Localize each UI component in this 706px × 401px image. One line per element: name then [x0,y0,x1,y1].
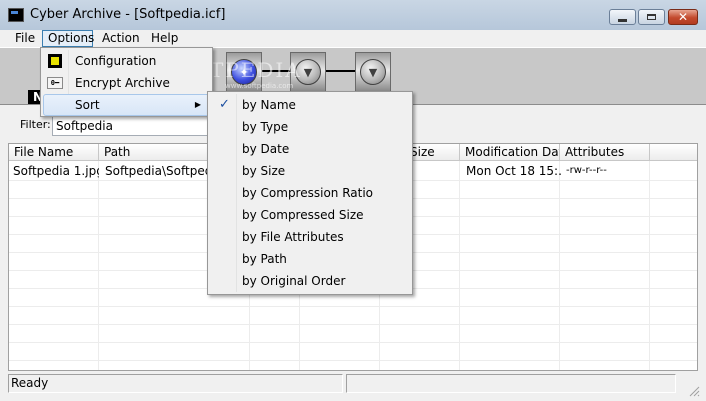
checkmark-icon: ✓ [219,97,230,112]
maximize-button[interactable] [638,9,665,25]
menu-item-label: Encrypt Archive [75,76,170,90]
sort-by-date[interactable]: by Date [210,138,410,160]
grid-line [98,161,99,370]
menu-item-label: Sort [75,98,100,112]
sort-by-file-attributes[interactable]: by File Attributes [210,226,410,248]
status-text: Ready [8,374,343,393]
cell-size [405,162,461,180]
cell-attributes: -rw-r--r-- [566,165,607,176]
sort-by-type[interactable]: by Type [210,116,410,138]
options-menu: Configuration 0━ Encrypt Archive Sort ▶ [40,47,213,117]
sort-by-compressed-size[interactable]: by Compressed Size [210,204,410,226]
filter-label: Filter: [20,118,51,131]
grid-line [559,161,560,370]
sort-by-compression-ratio[interactable]: by Compression Ratio [210,182,410,204]
sort-by-name[interactable]: ✓ by Name [210,94,410,116]
title-bar[interactable]: Cyber Archive - [Softpedia.icf] ✕ [0,0,706,31]
menu-item-label: by Type [242,120,289,134]
menu-item-label: by Name [242,98,296,112]
column-header-attributes[interactable]: Attributes [560,144,650,161]
status-bar: Ready [0,372,706,401]
column-header-modification-date[interactable]: Modification Date [460,144,560,161]
cell-modification-date: Mon Oct 18 15:... [466,164,561,178]
minimize-button[interactable] [609,9,636,25]
grid-line [649,161,650,370]
grid-line [9,324,697,325]
grid-line [459,161,460,370]
toolbar-button-3[interactable]: ▼ [355,52,391,92]
watermark-url: www.softpedia.com [225,82,294,90]
grid-line [9,342,697,343]
menu-item-label: by Compressed Size [242,208,364,222]
configuration-icon [47,53,63,69]
sort-by-path[interactable]: by Path [210,248,410,270]
app-icon[interactable] [8,8,24,22]
grid-line [9,306,697,307]
sort-by-size[interactable]: by Size [210,160,410,182]
chevron-down-icon: ▼ [360,59,386,85]
menu-bar: File Options Action Help [0,30,706,47]
menu-item-sort[interactable]: Sort ▶ [43,94,210,116]
menu-item-label: by Original Order [242,274,346,288]
grid-line [9,360,697,361]
close-icon: ✕ [677,10,689,24]
column-header-size[interactable]: Size [405,144,460,161]
menu-file[interactable]: File [10,30,40,47]
status-secondary [346,374,676,393]
toolbar-connector [326,70,356,72]
close-button[interactable]: ✕ [668,9,698,25]
menu-item-label: by Size [242,164,286,178]
cell-file-name: Softpedia 1.jpg [13,164,99,178]
menu-item-label: by Date [242,142,290,156]
sort-submenu: ✓ by Name by Type by Date by Size by Com… [207,91,413,295]
menu-item-configuration[interactable]: Configuration [43,50,210,72]
maximize-icon [647,14,656,20]
menu-item-encrypt-archive[interactable]: 0━ Encrypt Archive [43,72,210,94]
submenu-arrow-icon: ▶ [194,100,201,109]
menu-item-label: by File Attributes [242,230,344,244]
column-header-file-name[interactable]: File Name [9,144,99,161]
cell-path: Softpedia\Softpedia 1 [105,164,215,178]
resize-grip-icon[interactable] [688,385,700,397]
menu-item-label: Configuration [75,54,157,68]
menu-options[interactable]: Options [42,30,94,47]
menu-item-label: by Path [242,252,287,266]
menu-item-label: by Compression Ratio [242,186,374,200]
sort-by-original-order[interactable]: by Original Order [210,270,410,292]
key-icon: 0━ [47,75,63,91]
menu-action[interactable]: Action [97,30,145,47]
minimize-icon [618,19,627,22]
window-title: Cyber Archive - [Softpedia.icf] [30,7,226,22]
menu-help[interactable]: Help [146,30,183,47]
column-header-filler [650,144,697,161]
